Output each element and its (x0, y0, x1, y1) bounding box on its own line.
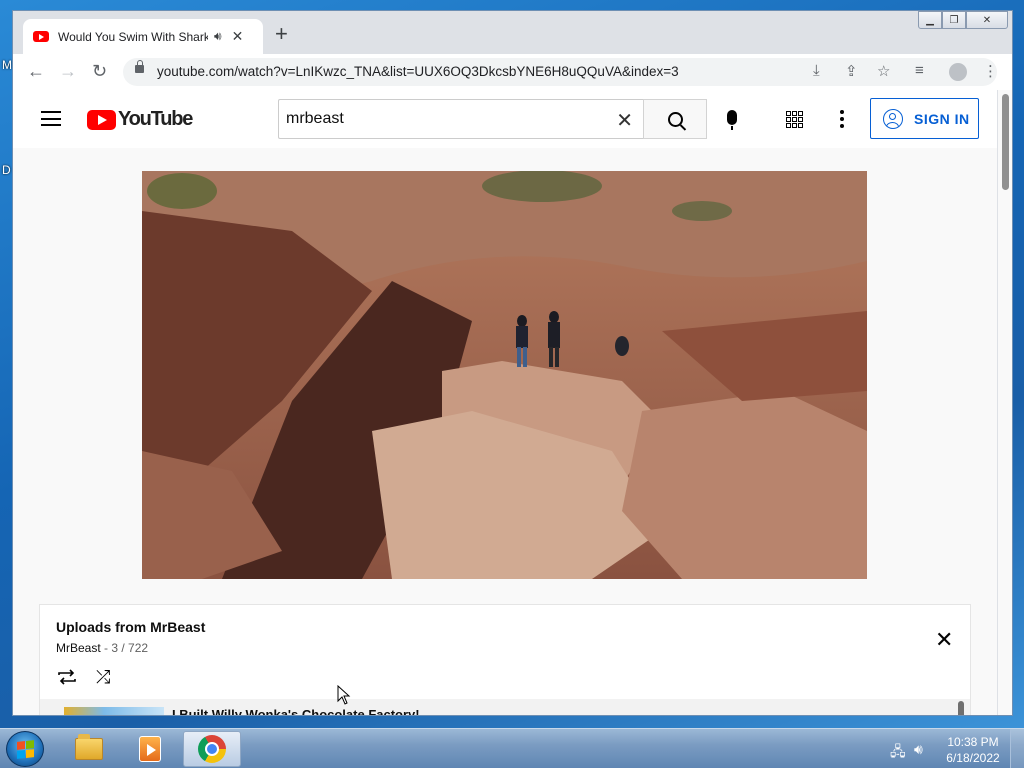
show-desktop-button[interactable] (1010, 729, 1024, 768)
playlist-title[interactable]: Uploads from MrBeast (56, 619, 205, 635)
maximize-button[interactable]: ❐ (942, 11, 966, 29)
desktop-icon-label: D (2, 163, 11, 177)
playlist-item-title[interactable]: I Built Willy Wonka's Chocolate Factory! (172, 707, 420, 715)
tab-strip: Would You Swim With Sharks For $100,000?… (13, 11, 1012, 54)
volume-icon[interactable]: 🔊︎ (914, 741, 923, 758)
browser-toolbar: ← → ↻ youtube.com/watch?v=LnIKwzc_TNA&li… (13, 54, 1012, 90)
folder-icon (75, 734, 103, 760)
back-arrow-icon[interactable]: ← (27, 60, 45, 82)
playlist-scrollbar[interactable] (958, 701, 964, 715)
more-options-icon[interactable] (840, 110, 844, 128)
media-player-icon (139, 736, 161, 762)
youtube-logo[interactable]: YouTube (87, 108, 193, 131)
minimize-button[interactable]: ▁ (918, 11, 942, 29)
system-clock[interactable]: 10:38 PM 6/18/2022 (942, 734, 1004, 766)
address-bar[interactable]: youtube.com/watch?v=LnIKwzc_TNA&list=UUX… (123, 58, 998, 86)
youtube-header: YouTube mrbeast ✕ SIGN IN (13, 90, 997, 148)
apps-grid-icon[interactable] (786, 111, 803, 128)
search-input[interactable]: mrbeast ✕ (278, 99, 643, 139)
youtube-favicon-icon (33, 31, 49, 42)
clock-time: 10:38 PM (947, 735, 999, 749)
taskbar: 🖧︎ 🔊︎ 10:38 PM 6/18/2022 (0, 728, 1024, 768)
media-queue-icon[interactable]: ≡ (915, 62, 924, 79)
page-scroll-thumb[interactable] (1002, 94, 1009, 190)
chrome-window: Would You Swim With Sharks For $100,000?… (12, 10, 1013, 716)
playlist-meta: MrBeast - 3 / 722 (56, 641, 149, 655)
tab-title: Would You Swim With Sharks For $100,000? (58, 29, 208, 44)
hamburger-menu-icon[interactable] (41, 111, 61, 126)
loop-icon[interactable] (56, 669, 78, 685)
windows-logo-icon (17, 740, 34, 759)
network-icon[interactable]: 🖧︎ (890, 741, 906, 765)
taskbar-media-player[interactable] (121, 731, 179, 767)
forward-arrow-icon[interactable]: → (59, 60, 77, 82)
bookmark-star-icon[interactable]: ☆ (877, 62, 890, 80)
taskbar-explorer[interactable] (60, 731, 118, 767)
clear-search-icon[interactable]: ✕ (616, 108, 633, 133)
url-text[interactable]: youtube.com/watch?v=LnIKwzc_TNA&list=UUX… (157, 64, 679, 79)
taskbar-chrome[interactable] (183, 731, 241, 767)
reload-icon[interactable]: ↻ (92, 60, 107, 82)
lock-icon[interactable] (135, 60, 144, 73)
youtube-page: YouTube mrbeast ✕ SIGN IN Uploads from M… (13, 90, 997, 715)
tab-close-icon[interactable]: ✕ (232, 28, 244, 45)
account-icon (883, 108, 903, 129)
video-player[interactable] (142, 171, 867, 579)
clock-date: 6/18/2022 (946, 751, 1000, 765)
playlist-panel: Uploads from MrBeast MrBeast - 3 / 722 ✕… (39, 604, 971, 715)
install-app-icon[interactable]: ⤓ (813, 62, 820, 79)
playlist-item-thumbnail[interactable] (64, 707, 164, 715)
chrome-menu-icon[interactable]: ⋮ (983, 62, 998, 80)
mouse-cursor-icon (337, 685, 351, 705)
page-scrollbar[interactable] (998, 90, 1012, 715)
playlist-position: 3 / 722 (111, 641, 149, 655)
speaker-icon[interactable]: 🔊︎ (214, 29, 222, 44)
search-button[interactable] (643, 99, 707, 139)
microphone-icon[interactable] (727, 110, 737, 130)
sign-in-label: SIGN IN (914, 110, 970, 127)
youtube-logo-text: YouTube (118, 108, 193, 130)
start-button[interactable] (6, 731, 44, 767)
search-icon (667, 111, 683, 127)
playlist-item[interactable]: I Built Willy Wonka's Chocolate Factory! (40, 699, 970, 715)
playlist-channel[interactable]: MrBeast (56, 641, 101, 655)
desktop-icon-label: M (2, 58, 12, 72)
new-tab-plus-icon[interactable]: + (275, 23, 288, 45)
close-playlist-icon[interactable]: ✕ (935, 627, 953, 653)
tab-youtube[interactable]: Would You Swim With Sharks For $100,000?… (23, 19, 263, 54)
video-frame (142, 171, 867, 579)
share-icon[interactable]: ⇪ (845, 62, 858, 80)
sign-in-button[interactable]: SIGN IN (870, 98, 979, 139)
shuffle-icon[interactable]: ⤮ (96, 667, 110, 688)
close-window-button[interactable]: ✕ (966, 11, 1008, 29)
search-query[interactable]: mrbeast (286, 110, 344, 128)
chrome-icon (198, 735, 226, 763)
youtube-logo-icon (87, 109, 116, 130)
profile-avatar-icon[interactable] (949, 63, 967, 81)
